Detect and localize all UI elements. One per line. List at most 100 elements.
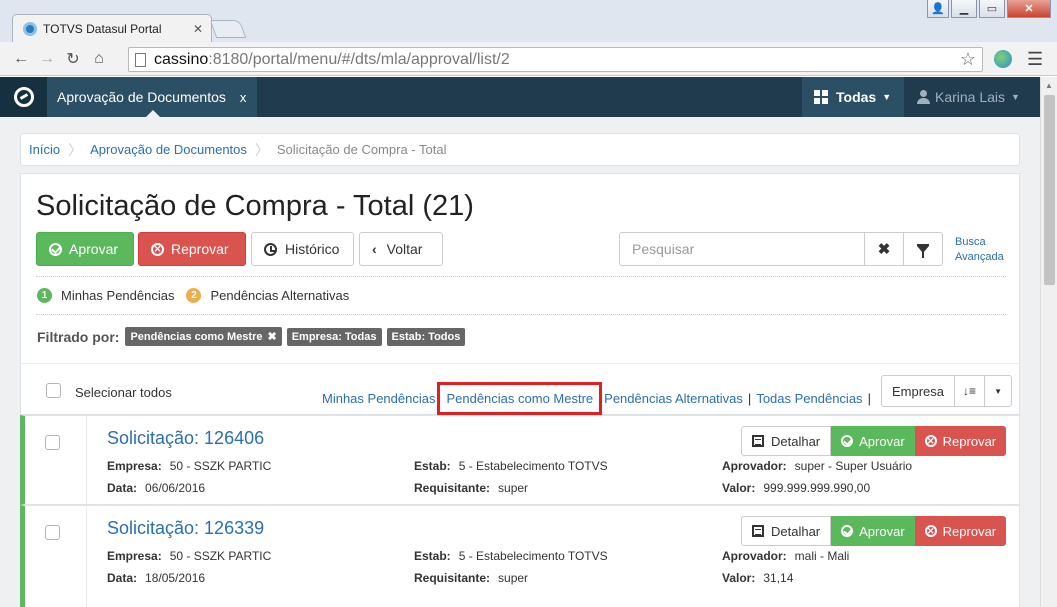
filter-chip-mestre[interactable]: Pendências como Mestre ✖ [125,327,282,346]
sort-group: Empresa ↓≡ ▼ [881,375,1013,407]
breadcrumb: Início 〉 Aprovação de Documentos 〉 Solic… [20,133,1020,166]
scroll-up-icon[interactable]: ▲ [1045,81,1053,90]
item-approve-label: Aprovar [859,523,905,539]
totvs-logo-icon [13,87,34,107]
item-approve-button[interactable]: Aprovar [831,426,915,456]
page-title: Solicitação de Compra - Total (21) [36,190,474,222]
item-reject-button[interactable]: ✕ Reprovar [914,516,1007,546]
reload-icon[interactable]: ↻ [60,49,86,69]
x-circle-icon: ✕ [151,242,164,256]
url-path: :8180/portal/menu/#/dts/mla/approval/lis… [208,50,510,68]
app-tab-close-icon[interactable]: x [240,90,247,105]
item-approve-label: Aprovar [859,433,905,449]
document-icon [752,525,764,537]
select-all-checkbox[interactable] [46,383,61,398]
app-tab-aprovacao[interactable]: Aprovação de Documentos x [47,77,257,117]
clock-icon [264,242,277,256]
approve-button-label: Aprovar [69,241,119,257]
page-scrollbar[interactable]: ▲ [1040,77,1057,607]
back-arrow-icon[interactable]: ← [8,50,34,68]
address-bar[interactable]: cassino:8180/portal/menu/#/dts/mla/appro… [128,47,983,72]
user-profile-icon[interactable]: 👤 [927,0,949,18]
item-approve-button[interactable]: Aprovar [831,516,915,546]
view-pendencias-mestre[interactable]: Pendências como Mestre [437,382,603,415]
item-requisitante-value: super [498,481,529,495]
filter-bar-icon [917,244,929,246]
remove-filter-icon[interactable]: ✖ [268,330,277,343]
item-title[interactable]: Solicitação: 126406 [107,428,264,449]
item-aprovador-label: Aprovador: [722,459,787,473]
back-button[interactable]: ‹ Voltar [359,232,443,266]
item-estab-value: 5 - Estabelecimento TOTVS [458,549,608,563]
legend-badge-1: 1 [37,288,52,303]
active-tab-caret [146,110,160,117]
new-tab-button[interactable] [209,20,247,38]
item-reject-label: Reprovar [942,433,997,449]
maximize-icon[interactable]: ▭ [979,0,1005,18]
item-reject-button[interactable]: ✕ Reprovar [914,426,1007,456]
item-actions: Detalhar Aprovar ✕ Reprovar [741,426,1007,456]
item-empresa: Empresa: 50 - SSZK PARTIC [107,549,271,563]
extension-globe-icon[interactable] [994,50,1012,68]
view-separator: | [747,391,752,406]
todas-label: Todas [836,89,877,105]
sort-dropdown-chevron-icon[interactable]: ▼ [985,376,1011,406]
item-valor-value: 999.999.999.990,00 [763,481,871,495]
detail-button[interactable]: Detalhar [741,426,832,456]
scroll-thumb[interactable] [1044,95,1055,285]
item-data: Data: 18/05/2016 [107,571,205,585]
item-actions: Detalhar Aprovar ✕ Reprovar [741,516,1007,546]
browser-tab[interactable]: TOTVS Datasul Portal ✕ [12,14,212,42]
totvs-logo[interactable] [0,77,47,117]
search-input[interactable] [620,233,864,265]
check-circle-icon [49,242,62,256]
filter-chip-empresa[interactable]: Empresa: Todas [286,327,382,346]
todas-menu-button[interactable]: Todas ▼ [802,77,904,117]
clear-search-button[interactable]: ✖ [864,233,903,265]
item-valor: Valor: 31,14 [722,571,793,585]
list-item: Solicitação: 126339 Empresa: 50 - SSZK PA… [20,505,1020,607]
breadcrumb-separator-icon: 〉 [68,141,83,158]
breadcrumb-aprovacao[interactable]: Aprovação de Documentos [90,142,247,157]
view-todas-pendencias[interactable]: Todas Pendências [756,391,862,406]
forward-arrow-icon[interactable]: → [34,50,60,68]
item-empresa: Empresa: 50 - SSZK PARTIC [107,459,271,473]
reject-button[interactable]: ✕ Reprovar [138,232,246,266]
item-requisitante-label: Requisitante: [414,571,491,585]
filter-chip-estab[interactable]: Estab: Todos [386,327,466,346]
detail-button[interactable]: Detalhar [741,516,832,546]
approve-button[interactable]: Aprovar [36,232,134,266]
view-pendencias-alternativas[interactable]: Pendências Alternativas [604,391,743,406]
breadcrumb-current: Solicitação de Compra - Total [276,142,447,157]
list-header: Selecionar todos Minhas Pendências Pendê… [20,363,1020,415]
tab-close-icon[interactable]: ✕ [193,22,203,36]
item-data: Data: 06/06/2016 [107,481,205,495]
breadcrumb-inicio[interactable]: Início [29,142,60,157]
view-minhas-pendencias[interactable]: Minhas Pendências [322,391,435,406]
history-button[interactable]: Histórico [251,232,354,266]
user-menu[interactable]: Karina Lais ▼ [905,77,1040,117]
sort-field-button[interactable]: Empresa [882,376,956,406]
view-separator: | [867,391,871,406]
bookmark-star-icon[interactable]: ☆ [960,49,976,70]
home-icon[interactable]: ⌂ [86,50,112,68]
sort-order-icon[interactable]: ↓≡ [955,376,986,406]
browser-menu-icon[interactable]: ☰ [1027,49,1043,70]
advanced-search-link[interactable]: Busca Avançada [955,235,1011,265]
user-chevron-down-icon: ▼ [1011,92,1020,102]
legend-label-minhas: Minhas Pendências [61,288,175,303]
detail-button-label: Detalhar [771,523,821,539]
view-filter-links: Minhas Pendências Pendências como Mestre… [322,382,876,415]
item-checkbox[interactable] [45,525,60,540]
window-close-icon[interactable]: ✕ [1007,0,1051,18]
item-checkbox[interactable] [45,435,60,450]
item-aprovador-value: super - Super Usuário [794,459,913,473]
item-aprovador: Aprovador: super - Super Usuário [722,459,912,473]
item-title[interactable]: Solicitação: 126339 [107,518,264,539]
filter-button[interactable] [903,233,942,265]
reject-button-label: Reprovar [171,241,229,257]
item-checkbox-column [25,416,87,504]
item-data-label: Data: [107,481,138,495]
x-circle-icon: ✕ [924,525,937,537]
minimize-icon[interactable]: ▁ [951,0,977,18]
